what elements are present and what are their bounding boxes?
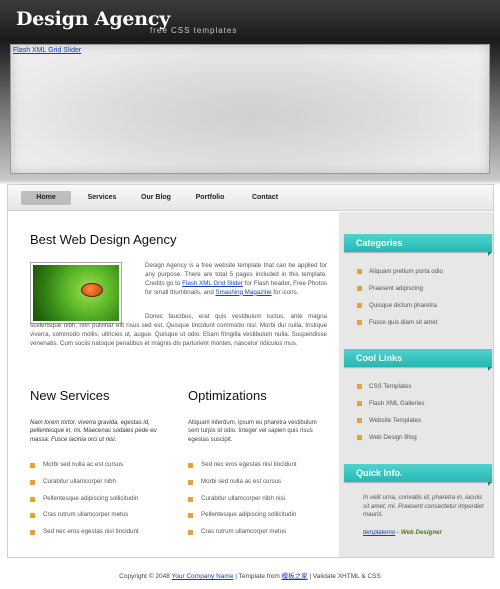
intro-text-3: for icons. — [271, 288, 299, 296]
ladybug-icon — [81, 283, 103, 297]
footer: Copyright © 2048 Your Company Name | Tem… — [0, 570, 500, 580]
sidebar-item[interactable]: Quisque dictum pharetra — [351, 297, 443, 314]
services-list: Morbi sed nulla ac est cursus Curabitur … — [30, 457, 139, 541]
cool-links-list: CSS Templates Flash XML Galleries Websit… — [351, 378, 424, 446]
list-item[interactable]: Sed nec eros egestas nisl tincidunt — [188, 457, 297, 474]
main-nav: Home Services Our Blog Portfolio Contact — [8, 185, 493, 211]
author-role: - Web Designer — [395, 529, 442, 536]
page-title: Best Web Design Agency — [30, 232, 177, 247]
quick-info-heading: Quick Info. — [344, 464, 492, 486]
sidebar-item[interactable]: CSS Templates — [351, 378, 424, 395]
nav-item-contact[interactable]: Contact — [241, 191, 289, 205]
optimizations-title: Optimizations — [188, 388, 267, 403]
company-link[interactable]: Your Company Name — [172, 573, 234, 580]
list-item[interactable]: Pellentesque adipiscing sollicitudin — [30, 491, 139, 508]
list-item[interactable]: Sed nec eros egestas nisl tincidunt — [30, 524, 139, 541]
flash-slider[interactable]: Flash XML Grid Slider — [10, 44, 490, 174]
sidebar-item[interactable]: Aliquam pretium porta odio — [351, 263, 443, 280]
sidebar-item[interactable]: Website Templates — [351, 412, 424, 429]
copyright-text: Copyright © 2048 — [119, 573, 172, 580]
sidebar-item[interactable]: Praesent adipiscing — [351, 280, 443, 297]
intro-paragraph: Design Agency is a free website template… — [145, 262, 327, 298]
quick-info-text: In velit urna, convallis id, pharetra in… — [363, 494, 484, 518]
flash-slider-link[interactable]: Flash XML Grid Slider — [13, 47, 81, 54]
categories-heading: Categories — [344, 234, 492, 256]
sidebar-item[interactable]: Flash XML Galleries — [351, 395, 424, 412]
list-item[interactable]: Cras rutrum ullamcorper metus — [30, 507, 139, 524]
quick-info-signature: templatemo - Web Designer — [363, 529, 442, 536]
categories-list: Aliquam pretium porta odio Praesent adip… — [351, 263, 443, 331]
nav-item-our-blog[interactable]: Our Blog — [132, 191, 180, 205]
list-item[interactable]: Curabitur ullamcorper nibh — [30, 474, 139, 491]
sidebar-item[interactable]: Fusce quis diam sit amet — [351, 314, 443, 331]
nav-item-home[interactable]: Home — [21, 191, 71, 205]
flash-slider-credit-link[interactable]: Flash XML Grid Slider — [182, 280, 243, 287]
list-item[interactable]: Morbi sed nulla ac est cursus — [30, 457, 139, 474]
template-from-text: | Template from — [233, 573, 282, 580]
author-link[interactable]: templatemo — [363, 529, 395, 536]
intro-paragraph-2: Donec faucibus, erat quis vestibulum luc… — [30, 313, 327, 347]
optimizations-text: Aliquam interdum, ipsum eu pharetra vest… — [188, 420, 317, 443]
sidebar-item[interactable]: Web Design Blog — [351, 429, 424, 446]
nav-item-portfolio[interactable]: Portfolio — [186, 191, 234, 205]
site-logo[interactable]: Design Agency — [16, 8, 170, 30]
list-item[interactable]: Curabitur ullamcorper nibh nisi — [188, 491, 297, 508]
template-source-link[interactable]: 模板之家 — [282, 573, 308, 580]
header: Design Agency free CSS templates — [0, 0, 500, 44]
list-item[interactable]: Morbi sed nulla ac est cursus — [188, 474, 297, 491]
validate-text: | Validate XHTML & CSS — [307, 573, 381, 580]
nav-item-services[interactable]: Services — [78, 191, 126, 205]
services-title: New Services — [30, 388, 110, 403]
smashing-magazine-link[interactable]: Smashing Magazine — [216, 289, 272, 296]
cool-links-heading: Cool Links — [344, 349, 492, 371]
optimizations-list: Sed nec eros egestas nisl tincidunt Morb… — [188, 457, 297, 541]
list-item[interactable]: Cras rutrum ullamcorper metus — [188, 524, 297, 541]
list-item[interactable]: Pellentesque adipiscing sollicitudin — [188, 507, 297, 524]
site-tagline: free CSS templates — [150, 26, 238, 35]
services-text: Nam lorem tortor, viverra gravida, egest… — [30, 420, 157, 443]
